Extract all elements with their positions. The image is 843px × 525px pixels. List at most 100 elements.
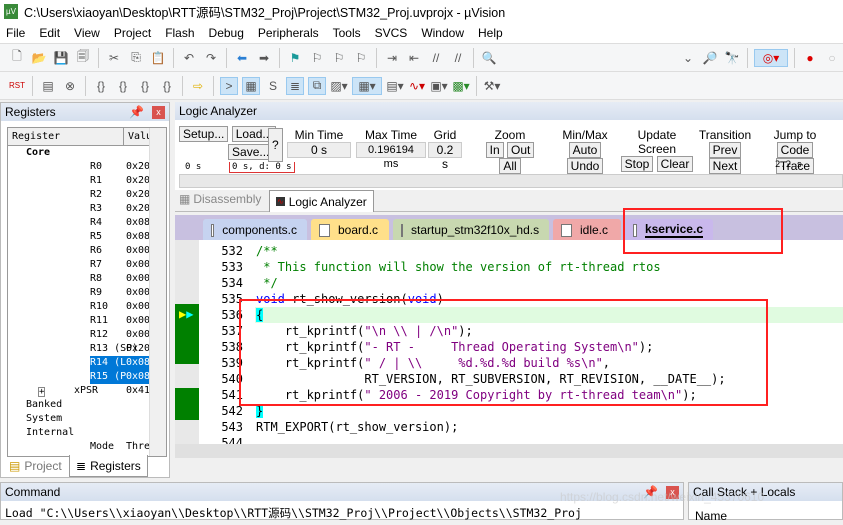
- cut-icon[interactable]: ✂: [105, 49, 123, 67]
- new-file-icon[interactable]: 🗋: [8, 49, 26, 67]
- menu-debug[interactable]: Debug: [209, 26, 244, 40]
- register-row[interactable]: R4 0x08: [8, 216, 166, 230]
- toolbox-icon[interactable]: ⚒▾: [483, 77, 501, 95]
- find-in-files-icon[interactable]: 🔍: [480, 49, 498, 67]
- register-row[interactable]: Mode Thre: [8, 440, 166, 454]
- breakpoint-icon[interactable]: ●: [801, 49, 819, 67]
- run-to-cursor-icon[interactable]: {}: [158, 77, 176, 95]
- menu-window[interactable]: Window: [421, 26, 464, 40]
- register-row[interactable]: R6 0x00: [8, 244, 166, 258]
- redo-icon[interactable]: ↷: [202, 49, 220, 67]
- callstack-window-icon[interactable]: ⧉: [308, 76, 326, 95]
- trace-window-icon[interactable]: ▣▾: [430, 77, 448, 95]
- save-all-icon[interactable]: 🗐: [74, 49, 92, 67]
- unindent-icon[interactable]: ⇤: [405, 49, 423, 67]
- tab-logic-analyzer[interactable]: ∿ Logic Analyzer: [269, 190, 374, 212]
- help-button[interactable]: ?: [268, 128, 283, 162]
- debug-session-icon[interactable]: ◎▾: [754, 48, 788, 67]
- menu-tools[interactable]: Tools: [333, 26, 361, 40]
- menu-svcs[interactable]: SVCS: [375, 26, 408, 40]
- stop-icon[interactable]: ⊗: [61, 77, 79, 95]
- serial-window-icon[interactable]: ▤▾: [386, 77, 404, 95]
- register-row[interactable]: + xPSR 0x41: [8, 384, 166, 398]
- file-tab[interactable]: startup_stm32f10x_hd.s: [393, 219, 549, 241]
- next-bookmark-icon[interactable]: ⚐: [330, 49, 348, 67]
- logic-analyzer-hscroll[interactable]: [179, 174, 843, 188]
- expand-icon[interactable]: +: [38, 387, 46, 397]
- menu-help[interactable]: Help: [478, 26, 503, 40]
- register-row[interactable]: +System: [8, 412, 166, 426]
- menu-edit[interactable]: Edit: [39, 26, 60, 40]
- register-row[interactable]: R13 (SP) 0x20: [8, 342, 166, 356]
- next-button[interactable]: Next: [708, 158, 742, 174]
- registers-window-icon[interactable]: ≣: [286, 76, 304, 95]
- watch-window-icon[interactable]: ▨▾: [330, 77, 348, 95]
- system-viewer-icon[interactable]: ▩▾: [452, 77, 470, 95]
- register-row[interactable]: R10 0x00: [8, 300, 166, 314]
- reset-icon[interactable]: RST: [8, 77, 26, 95]
- register-row[interactable]: R7 0x00: [8, 258, 166, 272]
- registers-scrollbar[interactable]: [149, 128, 166, 456]
- save-icon[interactable]: 💾: [52, 49, 70, 67]
- analysis-window-icon[interactable]: ∿▾: [408, 77, 426, 95]
- register-row[interactable]: +Banked: [8, 398, 166, 412]
- register-row[interactable]: R15 (PC) 0x08: [8, 370, 166, 384]
- run-icon[interactable]: ▤: [39, 77, 57, 95]
- symbols-window-icon[interactable]: S: [264, 77, 282, 95]
- command-output[interactable]: Load "C:\\Users\\xiaoyan\\Desktop\\RTT源码…: [1, 501, 683, 525]
- uncomment-icon[interactable]: //: [449, 49, 467, 67]
- clear-button[interactable]: Clear: [656, 156, 694, 172]
- register-row[interactable]: R1 0x20: [8, 174, 166, 188]
- setup-button[interactable]: Setup...: [179, 126, 229, 142]
- register-row[interactable]: R0 0x20: [8, 160, 166, 174]
- prev-button[interactable]: Prev: [708, 142, 742, 158]
- back-icon[interactable]: ⬅: [233, 49, 251, 67]
- command-window-icon[interactable]: >: [220, 76, 238, 95]
- register-row[interactable]: -Core: [8, 146, 166, 160]
- pin-icon[interactable]: 📌: [129, 105, 144, 119]
- breakpoint-disable-icon[interactable]: ○: [823, 49, 841, 67]
- step-out-icon[interactable]: {}: [136, 77, 154, 95]
- bookmark-icon[interactable]: ⚑: [286, 49, 304, 67]
- tab-project[interactable]: ▤ Project: [3, 455, 68, 477]
- open-icon[interactable]: 📂: [30, 49, 48, 67]
- prev-bookmark-icon[interactable]: ⚐: [308, 49, 326, 67]
- disassembly-window-icon[interactable]: ▦: [242, 76, 260, 95]
- file-tab[interactable]: idle.c: [553, 219, 621, 241]
- comment-icon[interactable]: //: [427, 49, 445, 67]
- undo-button[interactable]: Undo: [566, 158, 604, 174]
- register-row[interactable]: R3 0x20: [8, 202, 166, 216]
- register-row[interactable]: R12 0x00: [8, 328, 166, 342]
- step-over-icon[interactable]: {}: [114, 77, 132, 95]
- auto-button[interactable]: Auto: [568, 142, 602, 158]
- find-icon[interactable]: 🔎: [701, 49, 719, 67]
- register-row[interactable]: -Internal: [8, 426, 166, 440]
- menu-flash[interactable]: Flash: [165, 26, 194, 40]
- menu-file[interactable]: File: [6, 26, 25, 40]
- close-icon[interactable]: x: [152, 105, 165, 119]
- column-register[interactable]: Register: [8, 128, 124, 145]
- file-tab[interactable]: components.c: [203, 219, 307, 241]
- zoom-out-button[interactable]: Out: [507, 142, 535, 158]
- zoom-all-button[interactable]: All: [499, 158, 521, 174]
- dropdown-icon[interactable]: ⌄: [679, 49, 697, 67]
- tab-disassembly[interactable]: ▦ Disassembly: [179, 192, 261, 206]
- menu-peripherals[interactable]: Peripherals: [258, 26, 319, 40]
- clear-bookmarks-icon[interactable]: ⚐: [352, 49, 370, 67]
- stop-button[interactable]: Stop: [620, 156, 654, 172]
- step-into-icon[interactable]: {}: [92, 77, 110, 95]
- copy-icon[interactable]: ⎘: [127, 49, 145, 67]
- file-tab[interactable]: board.c: [311, 219, 389, 241]
- menu-view[interactable]: View: [74, 26, 100, 40]
- register-row[interactable]: R2 0x20: [8, 188, 166, 202]
- incremental-find-icon[interactable]: 🔭: [723, 49, 741, 67]
- paste-icon[interactable]: 📋: [149, 49, 167, 67]
- register-row[interactable]: R9 0x00: [8, 286, 166, 300]
- register-row[interactable]: R5 0x08: [8, 230, 166, 244]
- editor-hscroll[interactable]: [175, 444, 843, 458]
- tab-registers[interactable]: ≣ Registers: [69, 455, 148, 477]
- menu-project[interactable]: Project: [114, 26, 151, 40]
- register-row[interactable]: R11 0x00: [8, 314, 166, 328]
- show-next-statement-icon[interactable]: ⇨: [189, 77, 207, 95]
- zoom-in-button[interactable]: In: [485, 142, 504, 158]
